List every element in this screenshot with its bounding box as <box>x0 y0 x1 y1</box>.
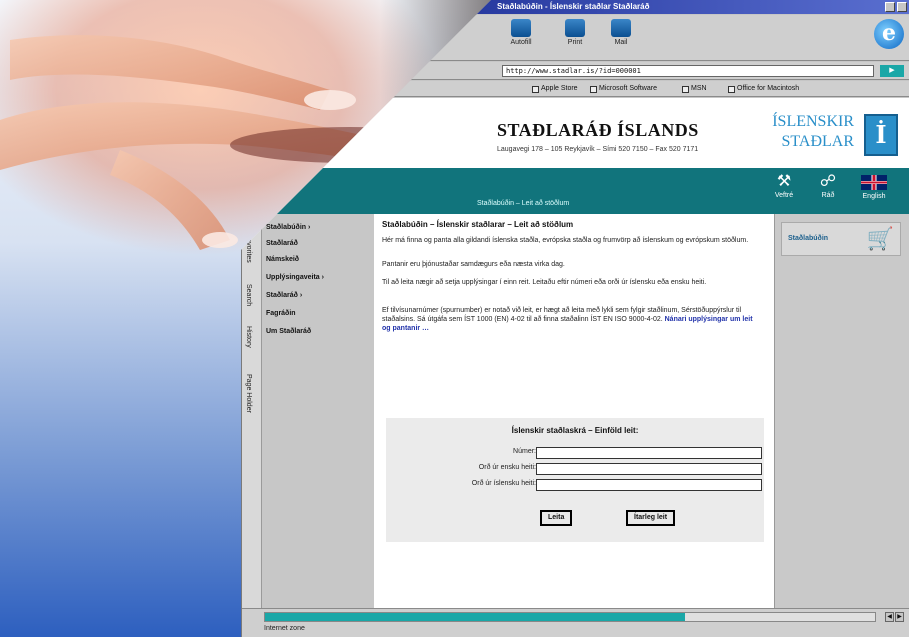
search-form-title: Íslenskir staðlaskrá – Einföld leit: <box>511 426 639 435</box>
search-form: Íslenskir staðlaskrá – Einföld leit: Núm… <box>386 418 764 542</box>
english-title-input[interactable] <box>536 463 762 475</box>
uk-flag-icon <box>861 175 887 190</box>
nav-item-info[interactable]: Upplýsingaveita › <box>266 274 324 281</box>
autofill-button[interactable]: Autofill <box>504 19 538 46</box>
icelandic-title-input[interactable] <box>536 479 762 491</box>
link-msn[interactable]: MSN <box>682 81 707 97</box>
nav-item-shop[interactable]: Staðlabúðin › <box>266 224 310 231</box>
logo-text: ÍSLENSKIR STAÐLAR <box>772 112 854 152</box>
browser-logo-icon: e <box>874 19 904 49</box>
nav-band: Staðlabúðin – Leit að stöðlum ⚒ Veftré ☍… <box>242 168 909 214</box>
link-office-mac[interactable]: Office for Macintosh <box>728 81 799 97</box>
english-title-row: Orð úr ensku heiti: <box>386 462 764 476</box>
bookmark-icon <box>728 85 735 93</box>
nav-item-expert-groups[interactable]: Fagráðin <box>266 310 296 317</box>
bookmark-icon <box>532 85 539 93</box>
tab-page-holder[interactable]: Page Holder <box>245 374 252 413</box>
nav-item-council[interactable]: Staðlaráð <box>266 240 298 247</box>
people-icon: ☍ <box>819 173 837 190</box>
nav-item-council-2[interactable]: Staðlaráð › <box>266 292 302 299</box>
delivery-text: Pantanir eru þjónustaðar samdægurs eða n… <box>382 261 565 268</box>
search-button[interactable]: Leita <box>540 510 573 526</box>
print-button[interactable]: Print <box>558 19 592 46</box>
site-navigation: Staðlabúðin › Staðlaráð Námskeið Upplýsi… <box>262 214 374 608</box>
bookmark-icon <box>590 85 597 93</box>
window-title: Staðlabúðin - Íslenskir staðlar Staðlará… <box>497 2 650 11</box>
nav-council[interactable]: ☍ Ráð <box>814 172 842 199</box>
number-input[interactable] <box>536 447 762 459</box>
advanced-search-button[interactable]: Ítarleg leit <box>626 510 676 526</box>
status-bar: ◀ ▶ Internet zone <box>242 608 909 637</box>
printer-icon <box>565 19 585 37</box>
scroll-right-icon[interactable]: ▶ <box>895 612 904 622</box>
search-help-text: Til að leita nægir að setja upplýsingar … <box>382 279 707 286</box>
site-brand[interactable]: STAÐLARÁÐ ÍSLANDS <box>497 120 699 141</box>
minimize-button[interactable] <box>885 2 895 12</box>
explorer-tabs: Favorites Search History Page Holder <box>242 214 262 608</box>
nav-council-label: Ráð <box>821 192 835 199</box>
nav-sitemap-label: Veftré <box>774 192 794 199</box>
link-label: Office for Macintosh <box>737 85 800 92</box>
scroll-left-icon[interactable]: ◀ <box>885 612 894 622</box>
web-page: STAÐLARÁÐ ÍSLANDS Laugavegi 178 – 105 Re… <box>242 98 909 608</box>
link-label: Apple Store <box>541 85 578 92</box>
horizontal-scrollbar[interactable] <box>264 612 876 622</box>
shopping-cart-icon: 🛒 <box>866 226 894 251</box>
main-content: Staðlabúðin – Íslenskir staðlarar – Leit… <box>374 214 774 608</box>
link-label: MSN <box>691 85 707 92</box>
english-title-label: Orð úr ensku heiti: <box>478 464 536 471</box>
logo-line-1: ÍSLENSKIR <box>772 113 854 130</box>
link-label: Microsoft Software <box>599 85 657 92</box>
scrollbar-thumb[interactable] <box>265 613 685 621</box>
link-apple-store[interactable]: Apple Store <box>532 81 578 97</box>
nav-item-about[interactable]: Um Staðlaráð <box>266 328 311 335</box>
nav-english-label: English <box>862 193 886 200</box>
mail-icon <box>611 19 631 37</box>
autofill-label: Autofill <box>510 39 532 46</box>
scroll-buttons: ◀ ▶ <box>885 612 904 622</box>
page-title: Staðlabúðin – Íslenskir staðlarar – Leit… <box>382 220 574 229</box>
close-button[interactable] <box>897 2 907 12</box>
number-row: Númer: <box>386 446 764 460</box>
tab-history[interactable]: History <box>245 326 252 348</box>
right-column: Staðlabúðin 🛒 <box>774 214 909 608</box>
breadcrumb: Staðlabúðin – Leit að stöðlum <box>477 200 570 207</box>
link-microsoft[interactable]: Microsoft Software <box>590 81 657 97</box>
tab-search[interactable]: Search <box>245 284 252 306</box>
sitemap-icon: ⚒ <box>776 173 792 190</box>
nav-sitemap[interactable]: ⚒ Veftré <box>770 172 798 199</box>
window-controls <box>885 2 907 12</box>
url-input[interactable]: http://www.stadlar.is/?id=000001 <box>502 65 874 77</box>
logo-line-2: STAÐLAR <box>781 133 855 150</box>
autofill-icon <box>511 19 531 37</box>
icelandic-title-row: Orð úr íslensku heiti: <box>386 478 764 492</box>
go-button[interactable]: ▶ <box>880 65 904 77</box>
shop-cart-box[interactable]: Staðlabúðin 🛒 <box>781 222 901 256</box>
print-label: Print <box>567 39 583 46</box>
number-label: Númer: <box>513 448 536 455</box>
bookmark-icon <box>682 85 689 93</box>
mail-button[interactable]: Mail <box>604 19 638 46</box>
site-address: Laugavegi 178 – 105 Reykjavík – Sími 520… <box>497 146 699 153</box>
status-text: Internet zone <box>264 625 305 632</box>
icelandic-title-label: Orð úr íslensku heiti: <box>471 480 536 487</box>
mail-label: Mail <box>614 39 628 46</box>
logo-icon: İ <box>864 114 898 156</box>
nav-english[interactable]: English <box>860 172 888 200</box>
reference-text: Ef tilvísunarnúmer (spurnumber) er notað… <box>382 306 762 333</box>
intro-text: Hér má finna og panta alla gildandi ísle… <box>382 237 749 244</box>
nav-item-courses[interactable]: Námskeið <box>266 256 299 263</box>
cart-label: Staðlabúðin <box>788 235 829 242</box>
